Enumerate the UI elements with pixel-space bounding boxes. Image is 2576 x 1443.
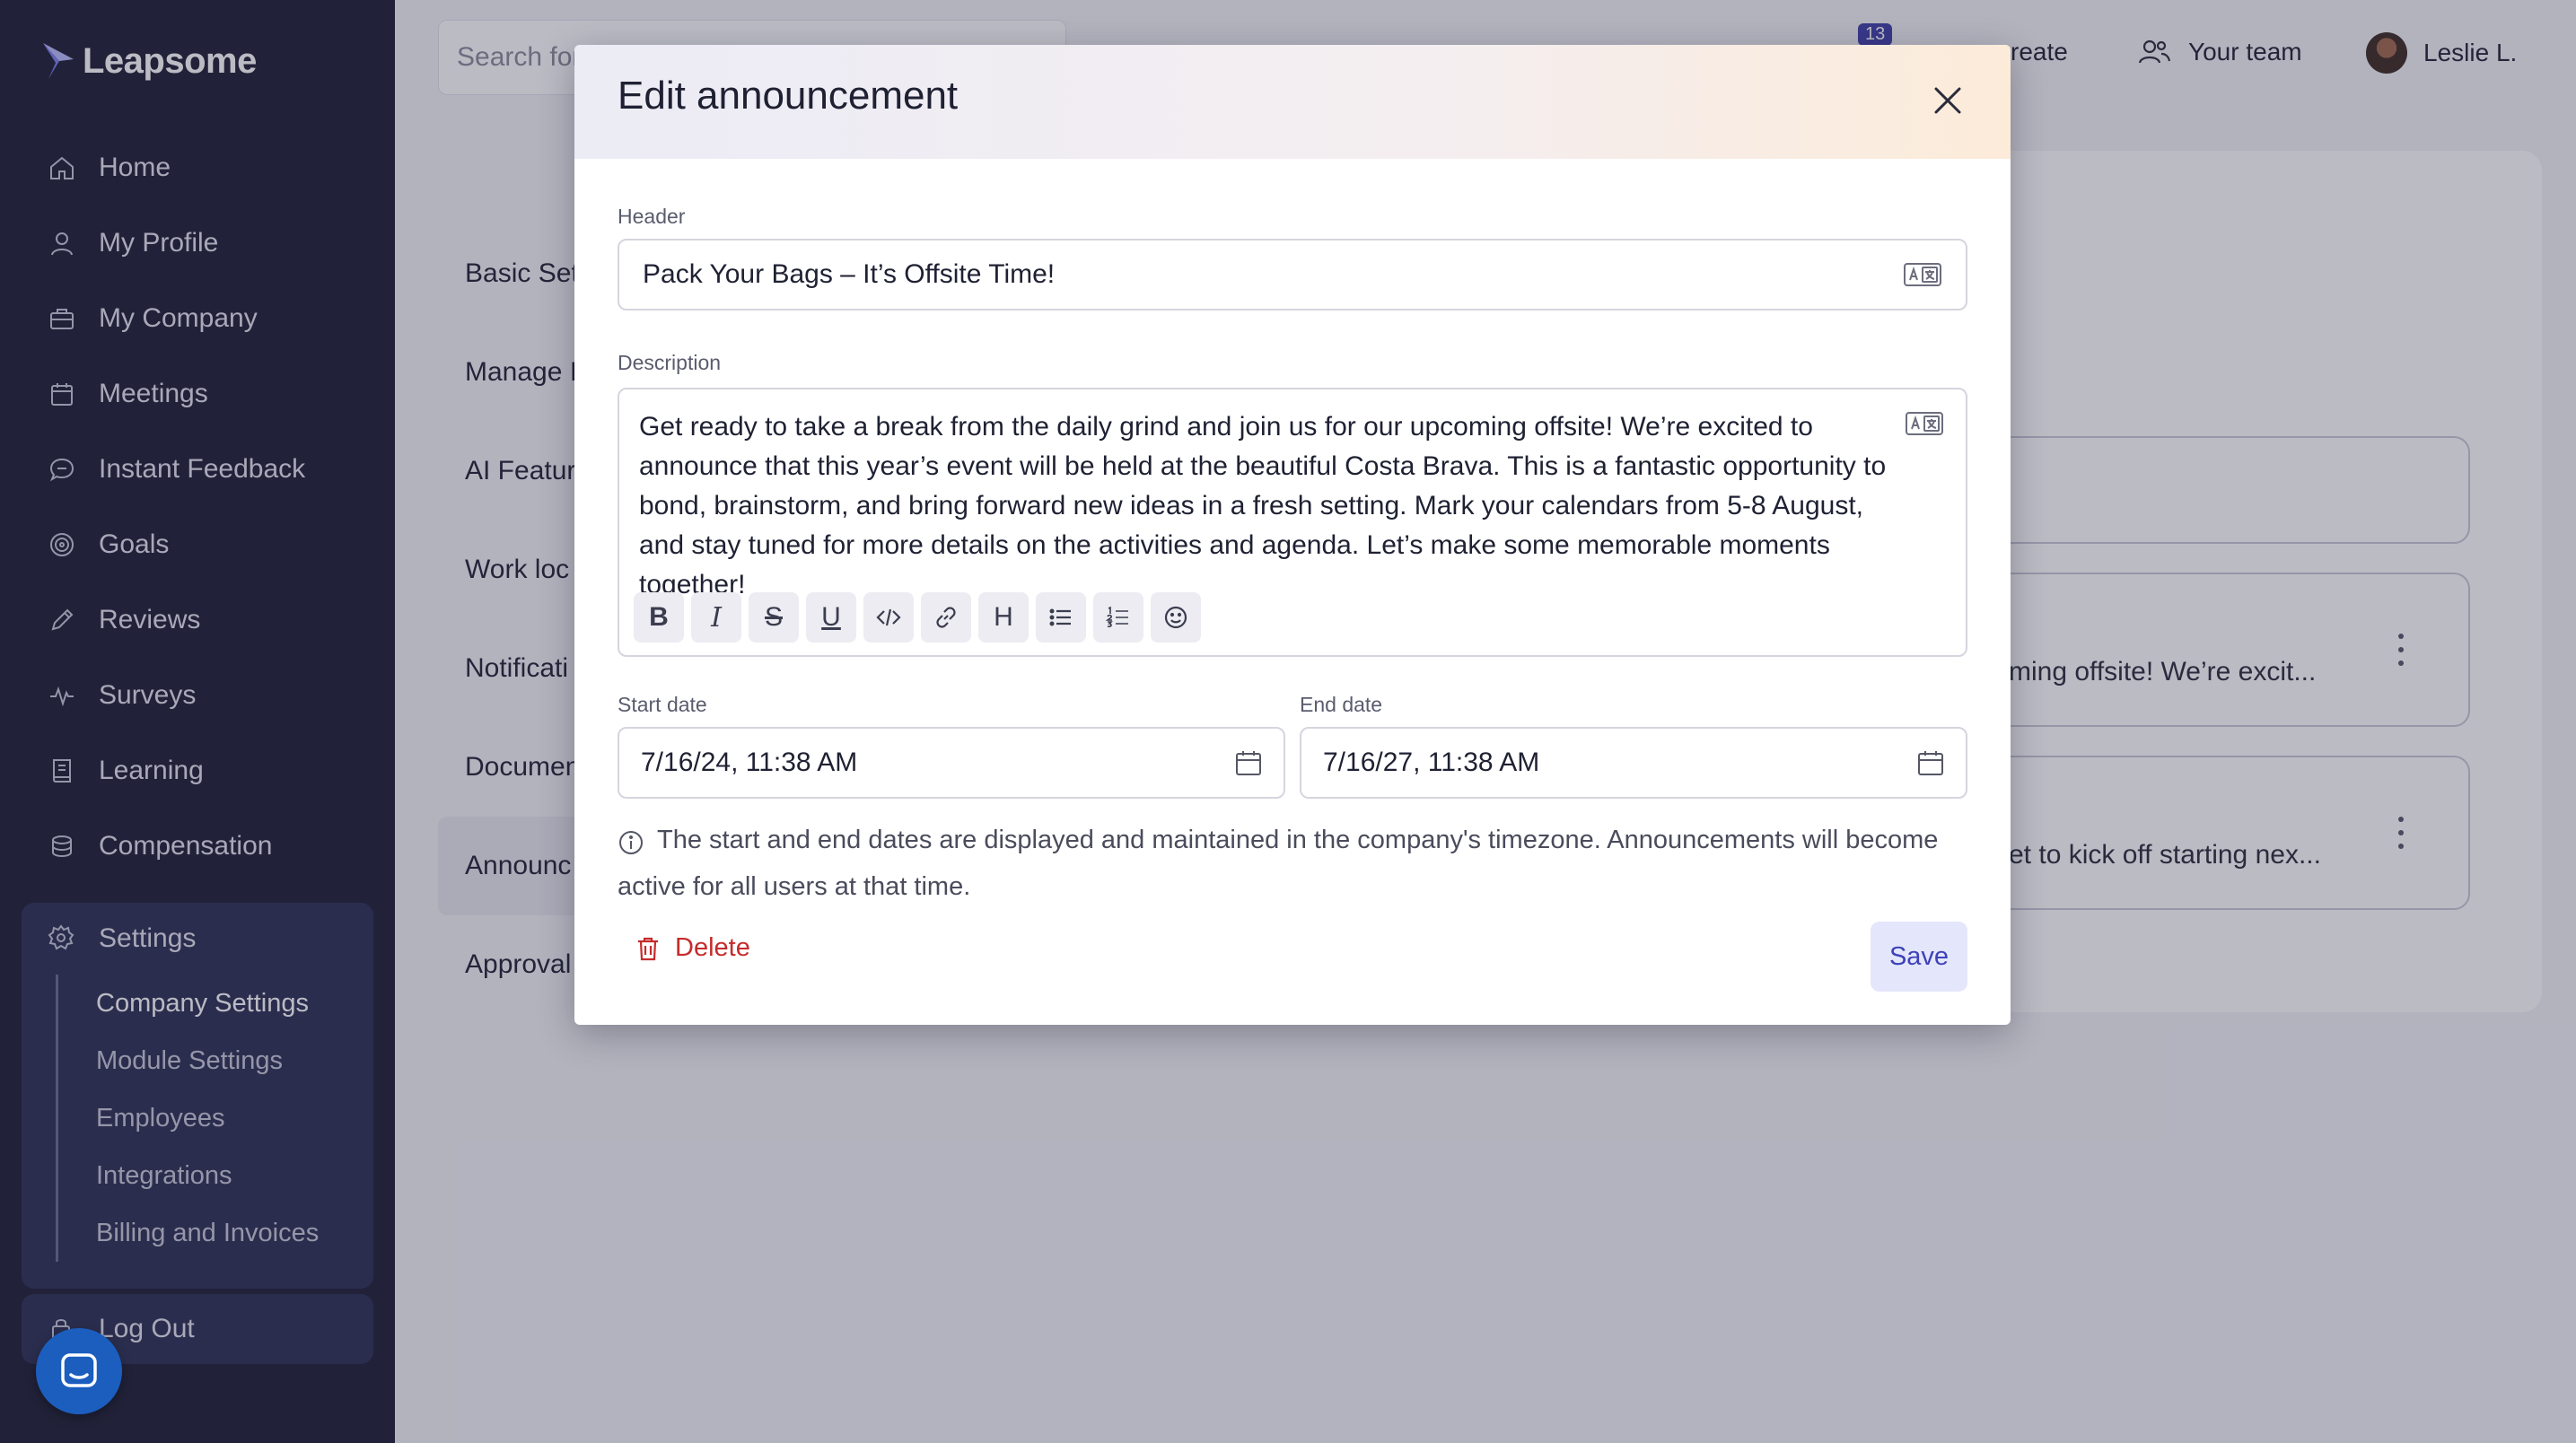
bullet-list-icon: [1049, 608, 1071, 626]
description-label: Description: [618, 351, 722, 374]
link-button[interactable]: [921, 592, 971, 643]
italic-button[interactable]: I: [691, 592, 741, 643]
strikethrough-button[interactable]: S: [749, 592, 799, 643]
heading-icon: H: [994, 602, 1013, 632]
underline-button[interactable]: U: [806, 592, 856, 643]
delete-label: Delete: [675, 933, 750, 962]
edit-announcement-modal: Edit announcement Header Pack Your Bags …: [574, 45, 2011, 1025]
end-date-label: End date: [1300, 693, 1383, 716]
bold-icon: B: [649, 602, 669, 632]
numbered-list-button[interactable]: [1093, 592, 1143, 643]
emoji-button[interactable]: [1151, 592, 1201, 643]
header-label: Header: [618, 205, 686, 228]
chat-bubble-icon: [61, 1353, 97, 1387]
translate-icon[interactable]: [1905, 409, 1944, 438]
start-date-input[interactable]: 7/16/24, 11:38 AM: [618, 727, 1285, 799]
link-icon: [936, 607, 956, 628]
modal-title: Edit announcement: [618, 74, 959, 118]
trash-icon: [638, 937, 658, 960]
delete-button[interactable]: Delete: [635, 933, 750, 963]
heading-button[interactable]: H: [978, 592, 1029, 643]
formatting-toolbar: B I S U H: [634, 592, 1201, 643]
save-button[interactable]: Save: [1871, 922, 1967, 992]
end-date-input[interactable]: 7/16/27, 11:38 AM: [1300, 727, 1967, 799]
underline-icon: U: [821, 602, 841, 632]
header-value: Pack Your Bags – It’s Offsite Time!: [643, 259, 1056, 289]
end-date-value: 7/16/27, 11:38 AM: [1323, 748, 1540, 777]
description-editor[interactable]: Get ready to take a break from the daily…: [618, 388, 1967, 657]
info-icon: [618, 825, 644, 855]
numbered-list-icon: [1105, 606, 1128, 627]
modal-header: Edit announcement: [574, 45, 2011, 159]
header-input[interactable]: Pack Your Bags – It’s Offsite Time!: [618, 239, 1967, 310]
calendar-icon[interactable]: [1233, 748, 1264, 778]
calendar-icon[interactable]: [1915, 748, 1946, 778]
timezone-info: The start and end dates are displayed an…: [618, 817, 1964, 910]
italic-icon: I: [711, 601, 722, 634]
close-button[interactable]: [1928, 81, 1967, 120]
strikethrough-icon: S: [764, 602, 783, 632]
code-button[interactable]: [863, 592, 914, 643]
close-icon: [1934, 87, 1961, 114]
support-chat-button[interactable]: [36, 1328, 122, 1414]
code-icon: [876, 608, 901, 626]
start-date-label: Start date: [618, 693, 707, 716]
timezone-info-text: The start and end dates are displayed an…: [618, 826, 1939, 901]
translate-icon[interactable]: [1903, 260, 1942, 289]
start-date-value: 7/16/24, 11:38 AM: [641, 748, 858, 777]
bold-button[interactable]: B: [634, 592, 684, 643]
description-value[interactable]: Get ready to take a break from the daily…: [639, 407, 1914, 605]
bullet-list-button[interactable]: [1036, 592, 1086, 643]
emoji-icon: [1164, 606, 1187, 629]
